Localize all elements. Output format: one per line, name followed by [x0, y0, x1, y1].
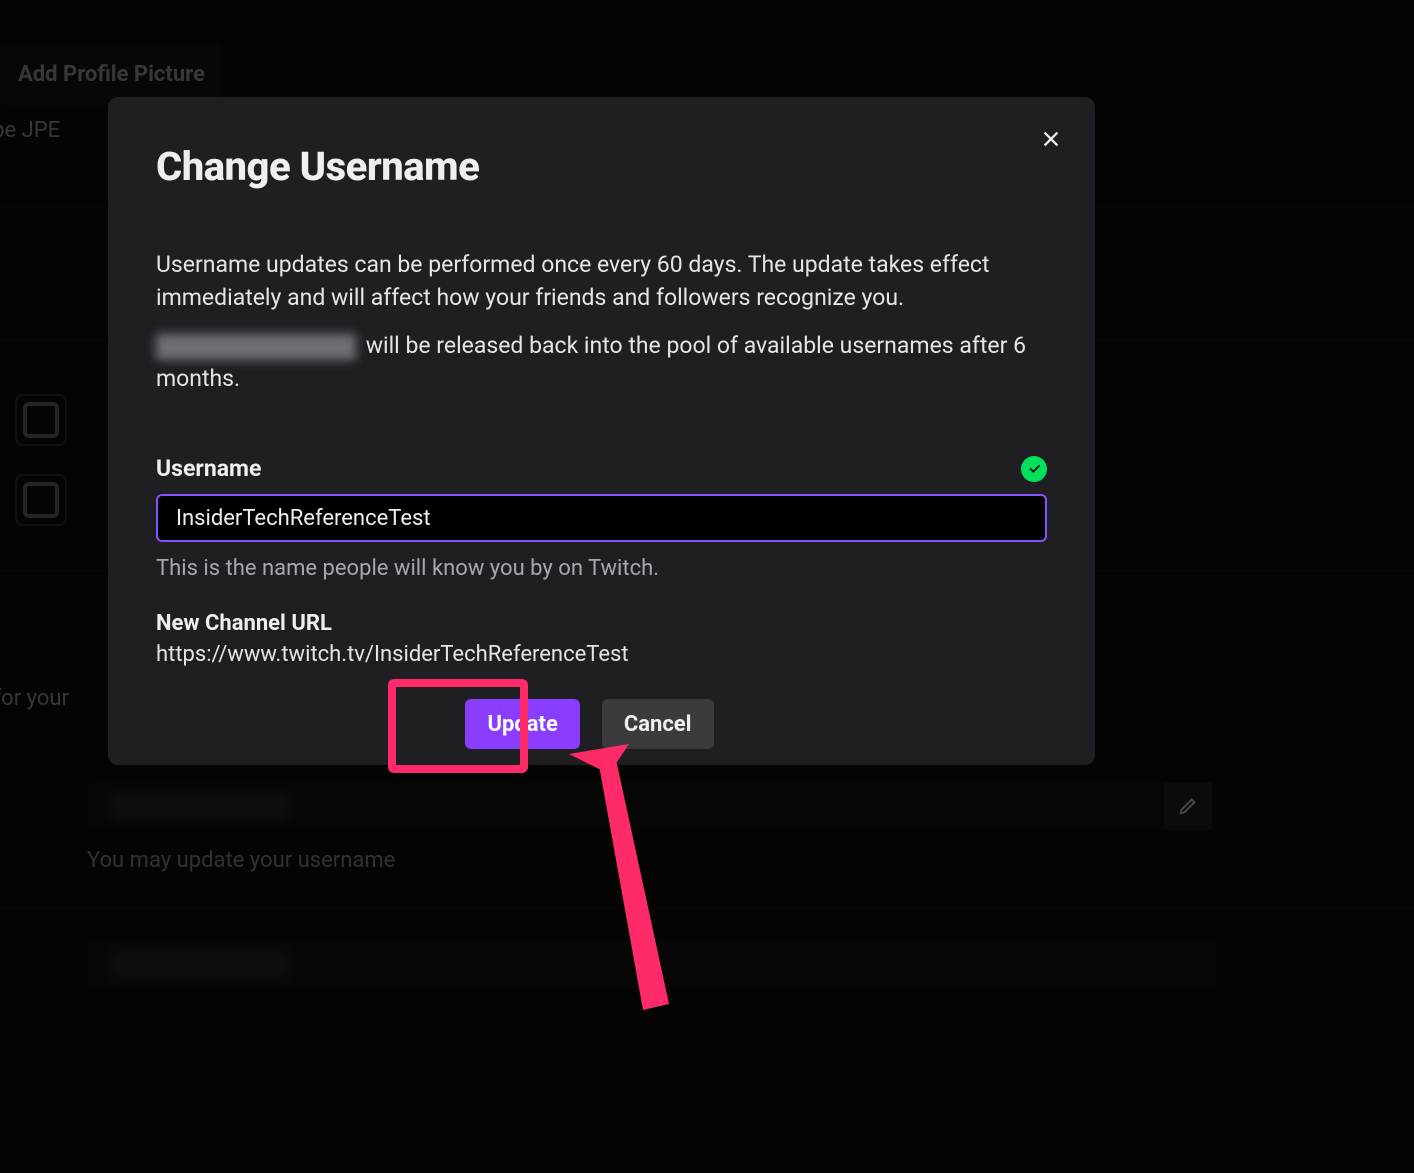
check-icon [1027, 461, 1042, 476]
username-field-label: Username [156, 455, 261, 482]
release-username-info: will be released back into the pool of a… [156, 329, 1047, 396]
channel-url-value: https://www.twitch.tv/InsiderTechReferen… [156, 642, 1047, 667]
modal-button-row: Update Cancel [144, 699, 1035, 749]
update-button[interactable]: Update [465, 699, 579, 749]
channel-url-label: New Channel URL [156, 611, 1047, 636]
modal-title: Change Username [156, 143, 1047, 190]
username-valid-indicator [1021, 456, 1047, 482]
change-username-modal: Change Username Username updates can be … [108, 97, 1095, 765]
cancel-button[interactable]: Cancel [602, 699, 714, 749]
username-input[interactable] [156, 494, 1047, 542]
username-helper-text: This is the name people will know you by… [156, 556, 1047, 581]
update-frequency-info: Username updates can be performed once e… [156, 248, 1047, 315]
close-icon [1040, 128, 1062, 150]
close-modal-button[interactable] [1037, 125, 1065, 153]
redacted-old-username [156, 334, 356, 360]
